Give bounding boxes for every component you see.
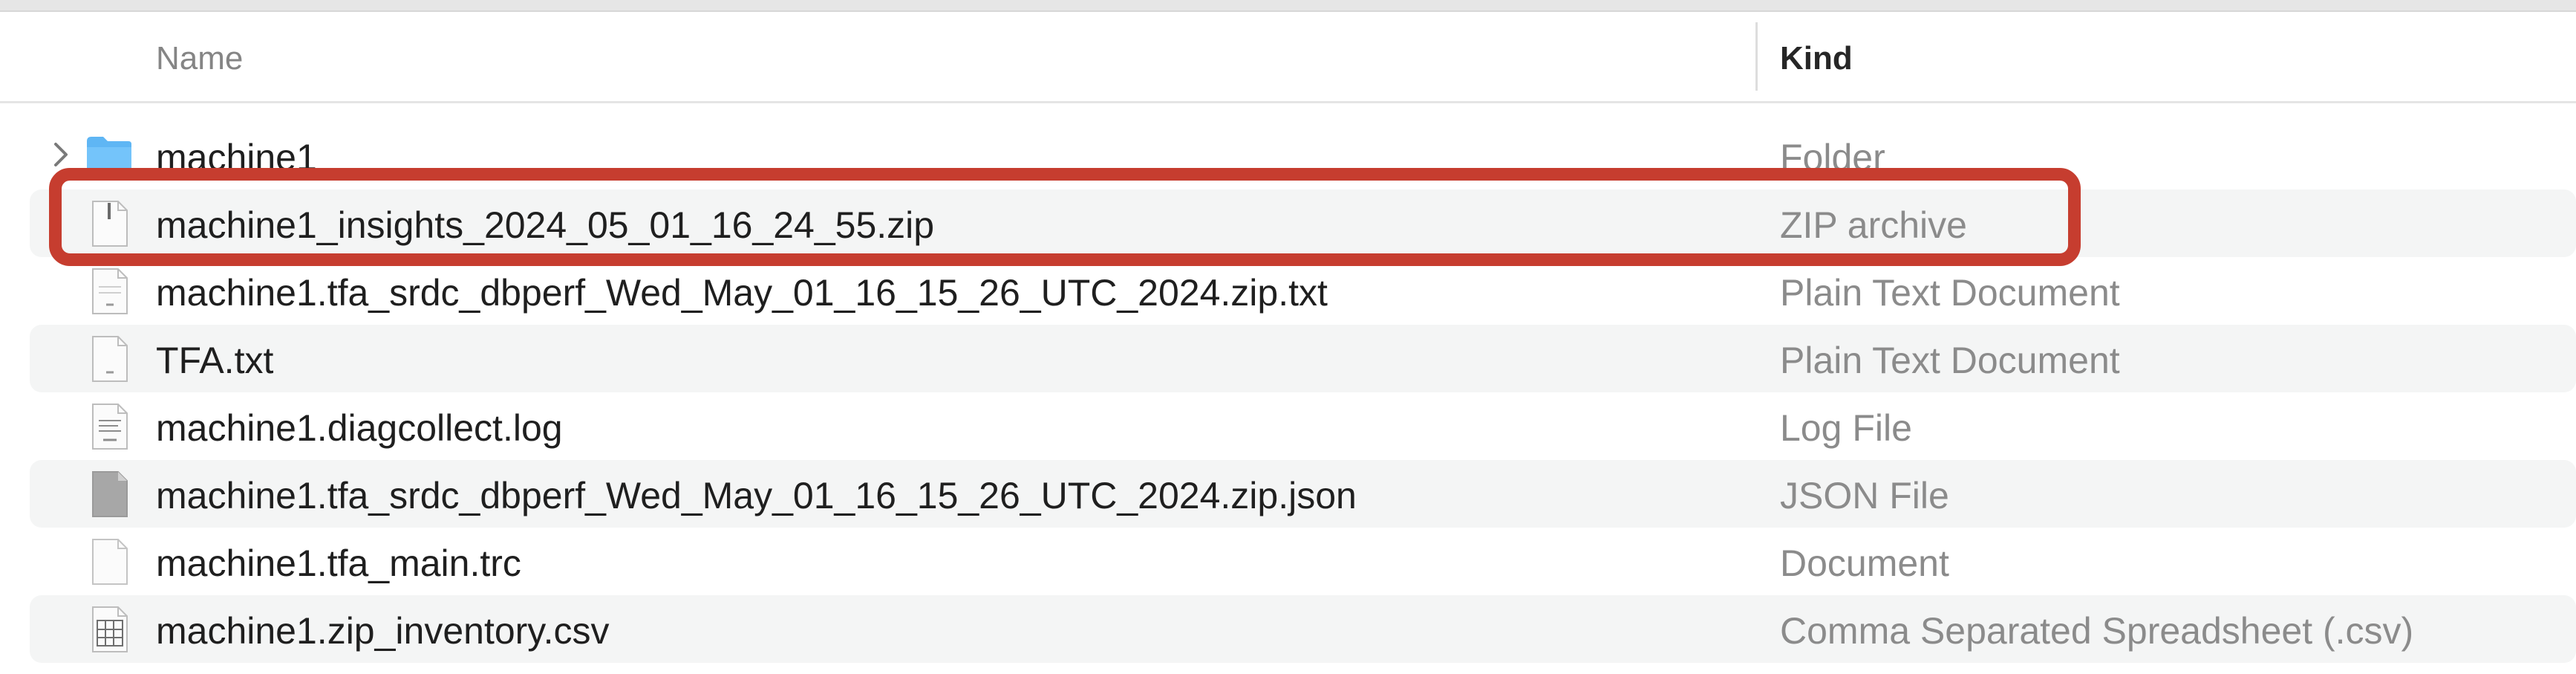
log-file-icon: [92, 404, 128, 450]
file-name: TFA.txt: [156, 340, 274, 381]
file-name: machine1: [156, 137, 317, 178]
list-item-zip[interactable]: machine1_insights_2024_05_01_16_24_55.zi…: [30, 189, 2576, 257]
file-kind: ZIP archive: [1780, 204, 1967, 246]
list-item-zip-json[interactable]: machine1.tfa_srdc_dbperf_Wed_May_01_16_1…: [30, 460, 2576, 528]
file-kind: Plain Text Document: [1780, 340, 2120, 381]
file-kind: JSON File: [1780, 475, 1949, 516]
chevron-right-icon[interactable]: [50, 138, 72, 171]
file-name: machine1.tfa_srdc_dbperf_Wed_May_01_16_1…: [156, 475, 1357, 516]
list-item-diagcollect-log[interactable]: machine1.diagcollect.log Log File: [30, 392, 2576, 460]
file-kind: Document: [1780, 542, 1949, 584]
file-name: machine1.tfa_main.trc: [156, 542, 521, 584]
file-kind: Plain Text Document: [1780, 272, 2120, 314]
column-header-name[interactable]: Name: [156, 40, 243, 77]
column-header-kind[interactable]: Kind: [1780, 40, 1853, 77]
column-divider[interactable]: [1755, 22, 1758, 91]
file-name: machine1.zip_inventory.csv: [156, 610, 610, 652]
list-item-zip-txt[interactable]: machine1.tfa_srdc_dbperf_Wed_May_01_16_1…: [30, 257, 2576, 325]
list-item-zip-inventory-csv[interactable]: machine1.zip_inventory.csv Comma Separat…: [30, 595, 2576, 663]
csv-file-icon: [92, 606, 128, 652]
zip-file-icon: [92, 201, 128, 247]
list-item-tfa-main-trc[interactable]: machine1.tfa_main.trc Document: [30, 528, 2576, 595]
file-name: machine1.tfa_srdc_dbperf_Wed_May_01_16_1…: [156, 272, 1328, 314]
file-kind: Folder: [1780, 137, 1885, 178]
window-top-edge: [0, 0, 2576, 12]
document-icon: [92, 539, 128, 585]
text-file-icon: [92, 336, 128, 382]
file-name: machine1_insights_2024_05_01_16_24_55.zi…: [156, 204, 935, 246]
list-item-tfa-txt[interactable]: TFA.txt Plain Text Document: [30, 325, 2576, 392]
folder-icon: [87, 137, 131, 178]
json-file-icon: [92, 471, 128, 517]
list-item-machine1[interactable]: machine1 Folder: [30, 122, 2576, 189]
file-kind: Comma Separated Spreadsheet (.csv): [1780, 610, 2414, 652]
file-kind: Log File: [1780, 407, 1912, 449]
text-file-icon: [92, 268, 128, 314]
list-header: Name Kind: [0, 12, 2576, 103]
file-name: machine1.diagcollect.log: [156, 407, 563, 449]
